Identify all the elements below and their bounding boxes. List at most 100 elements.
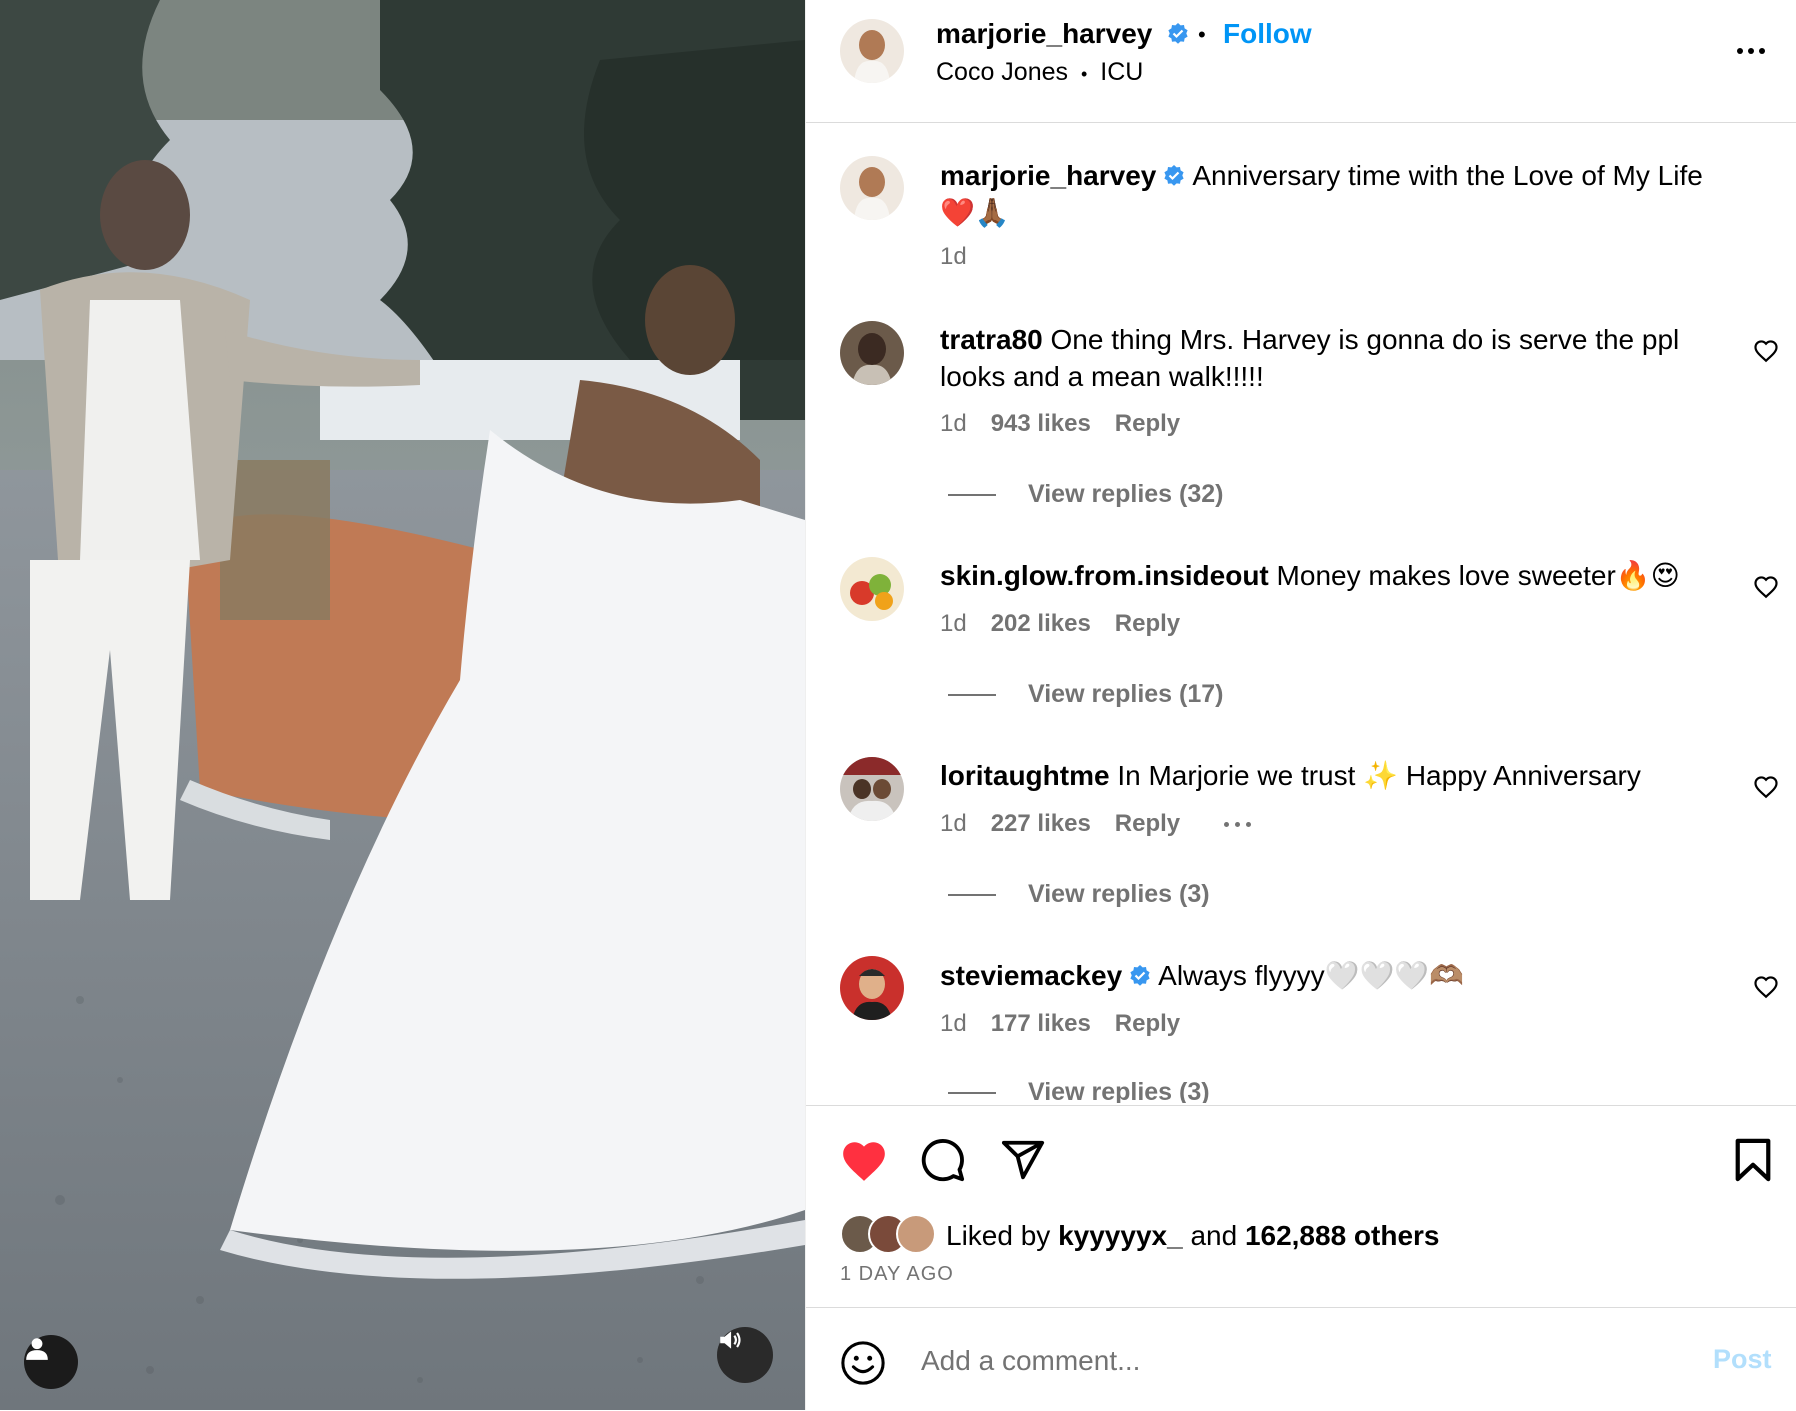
audio-separator: • [1080,64,1088,84]
comment-time[interactable]: 1d [940,610,967,638]
caption-author-avatar[interactable] [840,156,904,220]
comment-avatar[interactable] [840,321,904,385]
replies-divider-line [948,893,996,896]
comment-reply-button[interactable]: Reply [1115,410,1180,438]
likes-count[interactable]: 162,888 others [1245,1220,1440,1251]
comment-text: Money makes love sweeter🔥😍 [1276,560,1680,591]
comment-avatar[interactable] [840,557,904,621]
comment-time[interactable]: 1d [940,1010,967,1038]
liked-by-avatars[interactable] [840,1214,940,1254]
verified-badge-icon [1164,164,1184,186]
avatar-image [840,757,904,821]
liked-by-text: Liked by kyyyyyx_ and 162,888 others [946,1220,1440,1252]
post-actions: Liked by kyyyyyx_ and 162,888 others 1 D… [806,1105,1796,1306]
avatar-image [840,19,904,83]
comment-username[interactable]: loritaughtme [940,760,1110,791]
liked-by-user[interactable]: kyyyyyx_ [1058,1220,1183,1251]
audio-track[interactable]: ICU [1100,58,1143,86]
more-dot [1224,821,1230,827]
comment-time[interactable]: 1d [940,810,967,838]
view-replies-label[interactable]: View replies (17) [1028,680,1223,709]
view-replies-button[interactable]: View replies (17) [948,680,1223,709]
more-dot [1246,821,1252,827]
caption-username[interactable]: marjorie_harvey [940,160,1156,191]
view-replies-button[interactable]: View replies (3) [948,880,1210,909]
add-comment-bar: Post [806,1307,1796,1411]
comment-likes[interactable]: 227 likes [991,810,1091,838]
share-icon[interactable] [1000,1137,1046,1183]
post-comment-button[interactable]: Post [1713,1344,1772,1375]
author-username-text[interactable]: marjorie_harvey [936,18,1152,49]
comment-reply-button[interactable]: Reply [1115,810,1180,838]
comment-like-heart-icon[interactable] [1753,339,1779,363]
liked-by-middle: and [1190,1220,1238,1251]
caption-time[interactable]: 1d [940,243,967,271]
view-replies-label[interactable]: View replies (3) [1028,1078,1210,1103]
caption-text: Anniversary time with the Love of My Lif… [1192,160,1703,191]
follow-button[interactable]: Follow [1223,18,1312,50]
comment-more-options-button[interactable] [1224,821,1252,827]
comment-meta: 1d 227 likes Reply [940,810,1252,838]
comment-likes[interactable]: 202 likes [991,610,1091,638]
comment-username[interactable]: tratra80 [940,324,1043,355]
more-dot [1759,48,1765,54]
view-replies-label[interactable]: View replies (32) [1028,480,1223,509]
verified-badge-icon [1130,964,1150,986]
author-avatar[interactable] [840,19,904,83]
comment-like-heart-icon[interactable] [1753,775,1779,799]
tagged-users-button[interactable] [24,1335,78,1389]
header-separator: • [1198,22,1206,47]
caption: marjorie_harvey Anniversary time with th… [940,157,1740,231]
comment-input[interactable] [919,1338,1683,1384]
comment-reply-button[interactable]: Reply [1115,1010,1180,1038]
comment-meta: 1d 177 likes Reply [940,1010,1180,1038]
comment-reply-button[interactable]: Reply [1115,610,1180,638]
view-replies-button[interactable]: View replies (3) [948,1078,1210,1103]
comment-meta: 1d 943 likes Reply [940,410,1180,438]
author-username[interactable]: marjorie_harvey [936,18,1190,50]
post-date[interactable]: 1 DAY AGO [840,1263,954,1286]
verified-badge-icon [1168,22,1188,44]
post-media-video[interactable] [0,0,805,1410]
comment-username[interactable]: steviemackey [940,960,1122,991]
avatar-image [840,321,904,385]
post-details-panel: marjorie_harvey • Follow Coco Jones • IC… [805,0,1796,1410]
person-icon [26,1338,48,1360]
comment-likes[interactable]: 177 likes [991,1010,1091,1038]
caption-meta: 1d [940,243,967,271]
comment-time[interactable]: 1d [940,410,967,438]
comment-icon[interactable] [920,1137,966,1183]
more-dot [1235,821,1241,827]
replies-divider-line [948,1091,996,1094]
comment-avatar[interactable] [840,956,904,1020]
liker-avatars-image [840,1214,936,1254]
comment-likes[interactable]: 943 likes [991,410,1091,438]
emoji-smiley-icon[interactable] [840,1340,886,1386]
comment-avatar[interactable] [840,757,904,821]
audio-toggle-button[interactable] [717,1327,773,1383]
comment-username[interactable]: skin.glow.from.insideout [940,560,1269,591]
avatar-image [840,156,904,220]
comment-text: Always flyyyy🤍🤍🤍🫶🏽 [1158,960,1465,991]
more-dot [1748,48,1754,54]
avatar-image [840,956,904,1020]
comment: steviemackey Always flyyyy🤍🤍🤍🫶🏽 [940,957,1740,994]
avatar-image [840,557,904,621]
comment-text: One thing Mrs. Harvey is gonna do is ser… [940,324,1680,392]
comment-text: In Marjorie we trust ✨ Happy Anniversary [1117,760,1641,791]
audio-attribution[interactable]: Coco Jones • ICU [936,58,1143,87]
view-replies-button[interactable]: View replies (32) [948,480,1223,509]
save-bookmark-icon[interactable] [1732,1137,1774,1183]
replies-divider-line [948,493,996,496]
replies-divider-line [948,693,996,696]
more-options-button[interactable] [1731,36,1771,66]
like-heart-icon[interactable] [839,1137,889,1183]
comment-like-heart-icon[interactable] [1753,575,1779,599]
comment-like-heart-icon[interactable] [1753,975,1779,999]
audio-artist[interactable]: Coco Jones [936,58,1068,86]
view-replies-label[interactable]: View replies (3) [1028,880,1210,909]
comment: loritaughtme In Marjorie we trust ✨ Happ… [940,757,1740,794]
caption-emojis: ❤️🙏🏾 [940,197,1010,228]
comments-list[interactable]: marjorie_harvey Anniversary time with th… [806,123,1796,1103]
video-frame-image [0,0,805,1410]
